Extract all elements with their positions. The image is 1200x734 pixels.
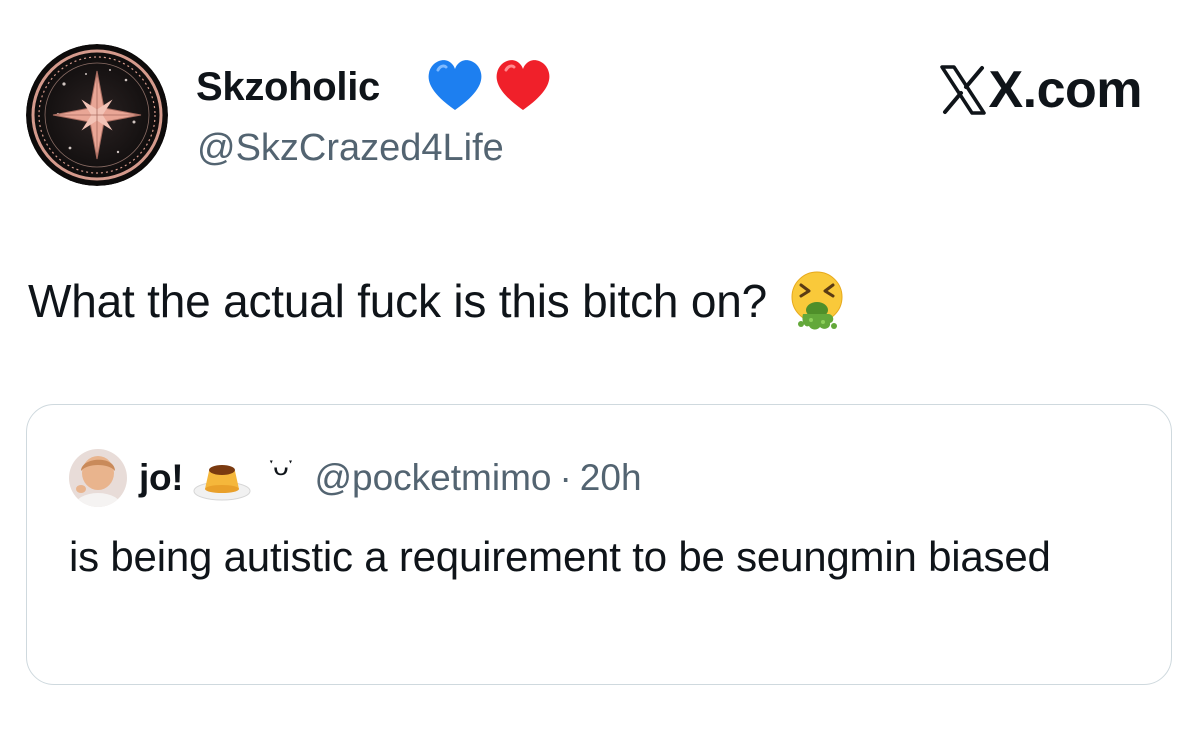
quoted-author-handle[interactable]: @pocketmimo — [314, 457, 551, 499]
quoted-tweet-header: jo! ˑᴗˑ @pocketmimo · 20h — [69, 445, 642, 511]
tweet-text: What the actual fuck is this bitch on? — [28, 275, 768, 327]
author-handle[interactable]: @SkzCrazed4Life — [197, 125, 504, 171]
quoted-tweet-text: is being autistic a requirement to be se… — [69, 533, 1051, 580]
quoted-tweet-time[interactable]: 20h — [580, 457, 642, 499]
tweet-text-line: What the actual fuck is this bitch on? — [28, 270, 847, 332]
author-display-name[interactable]: Skzoholic — [196, 62, 380, 112]
source-label: X.com — [940, 60, 1142, 120]
quoted-author-kaomoji: ˑᴗˑ — [267, 450, 294, 481]
custard-pudding-icon — [193, 465, 251, 501]
blue-heart-icon — [428, 60, 482, 110]
red-heart-icon — [497, 60, 550, 110]
vomiting-face-icon — [791, 271, 843, 330]
author-avatar[interactable] — [26, 44, 168, 186]
name-emoji-group — [426, 58, 552, 116]
quoted-author-name[interactable]: jo! — [139, 457, 184, 499]
meta-separator: · — [559, 457, 572, 498]
source-label-text: X.com — [988, 61, 1142, 119]
quoted-tweet-card[interactable]: jo! ˑᴗˑ @pocketmimo · 20h is being autis… — [26, 404, 1172, 685]
quoted-author-avatar[interactable] — [69, 449, 127, 507]
